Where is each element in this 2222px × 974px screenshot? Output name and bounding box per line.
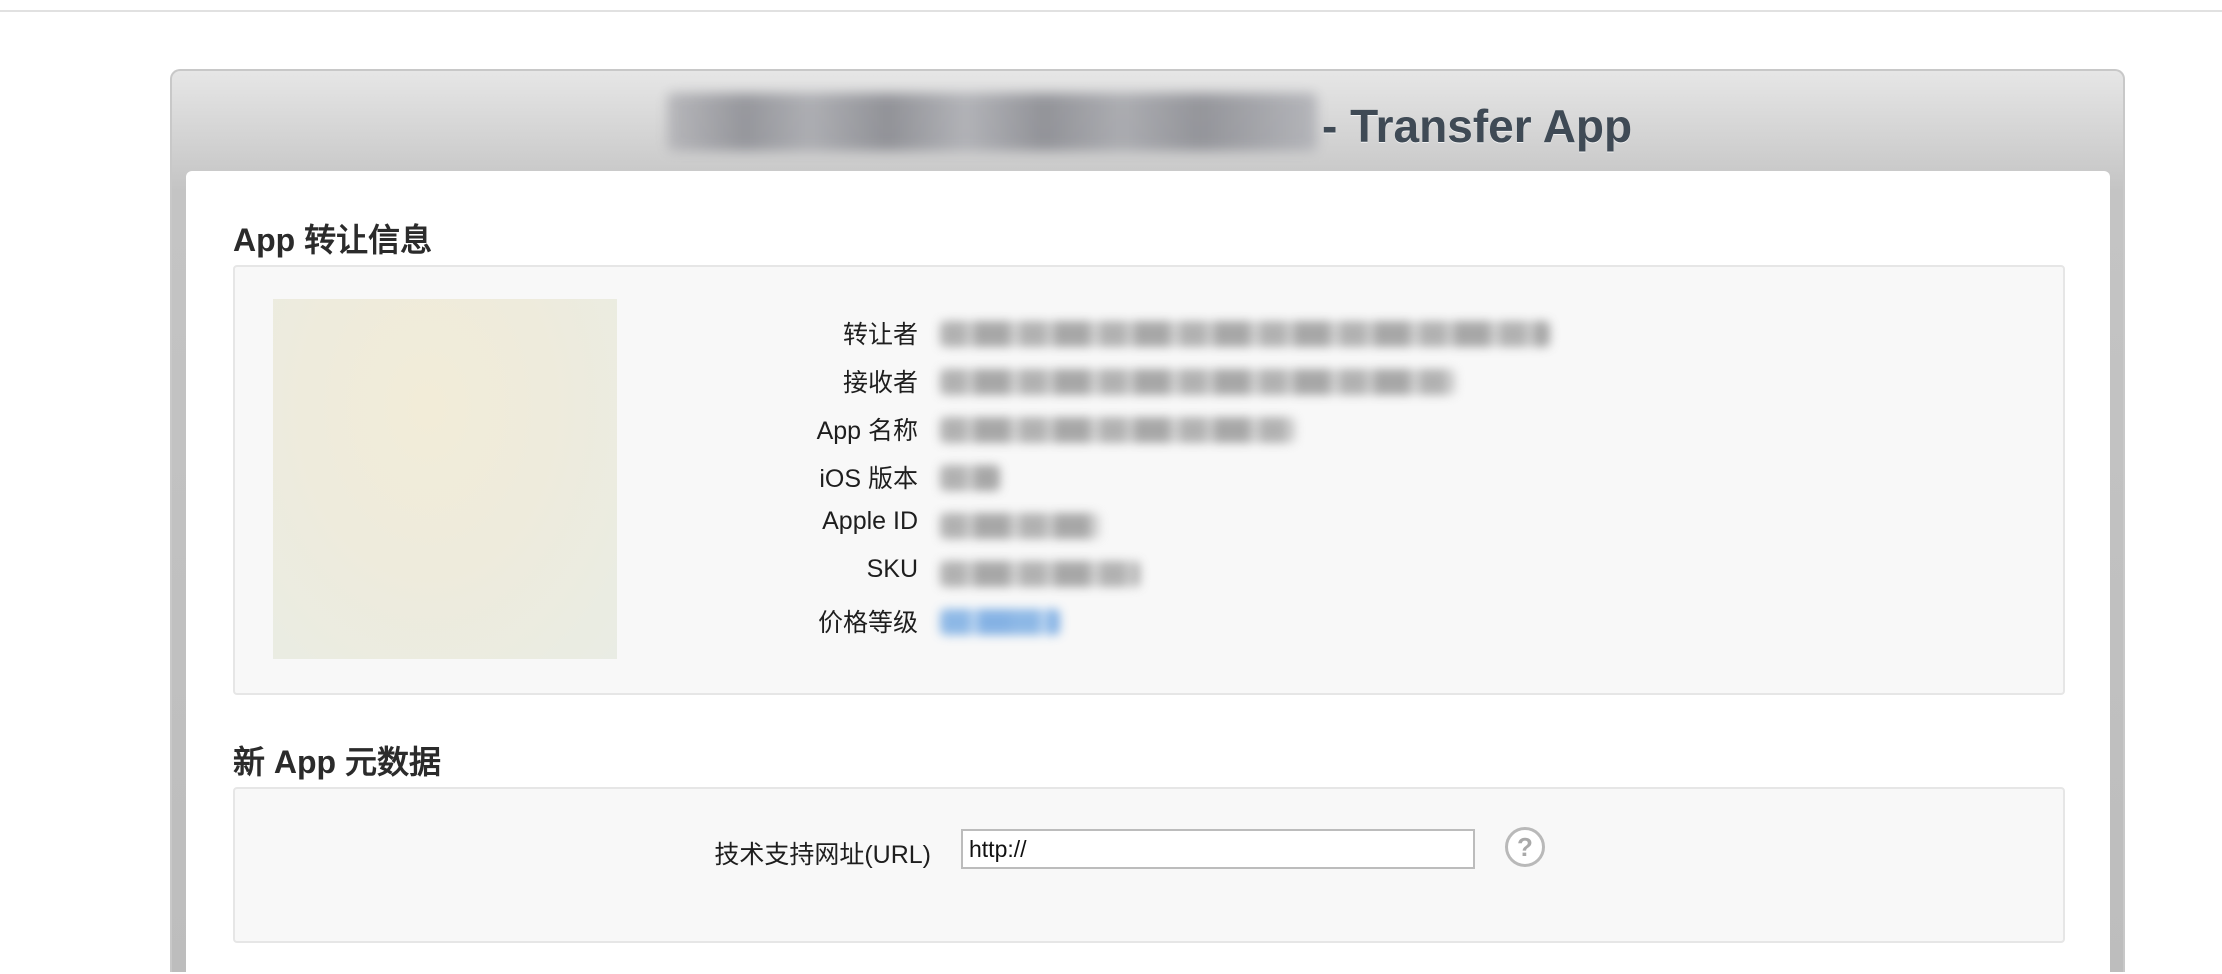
content-area: App 转让信息 转让者 接收者 App 名称 iOS 版本 Apple ID … <box>186 171 2110 974</box>
transfer-info-panel: 转让者 接收者 App 名称 iOS 版本 Apple ID SKU 价格等级 <box>233 265 2065 695</box>
metadata-panel: 技术支持网址(URL) ? <box>233 787 2065 943</box>
ios-version-label: iOS 版本 <box>819 465 918 493</box>
row-price-tier: 价格等级 <box>235 603 2063 643</box>
metadata-heading: 新 App 元数据 <box>233 744 441 780</box>
apple-id-value-redacted <box>940 513 1100 539</box>
app-name-value-redacted <box>940 417 1295 443</box>
row-app-name: App 名称 <box>235 411 2063 451</box>
support-url-input[interactable] <box>961 829 1475 869</box>
support-url-label: 技术支持网址(URL) <box>714 841 931 869</box>
transferor-value-redacted <box>940 321 1550 347</box>
row-ios-version: iOS 版本 <box>235 459 2063 499</box>
row-sku: SKU <box>235 555 2063 595</box>
transferor-label: 转让者 <box>842 321 918 349</box>
app-name-label: App 名称 <box>816 417 918 445</box>
apple-id-label: Apple ID <box>822 507 918 535</box>
recipient-label: 接收者 <box>842 369 918 397</box>
title-bar: - Transfer App <box>172 71 2123 171</box>
ios-version-value-redacted <box>940 465 1000 491</box>
sku-label: SKU <box>866 555 918 583</box>
transfer-app-window: - Transfer App App 转让信息 转让者 接收者 App 名称 i… <box>170 69 2125 974</box>
page-title: - Transfer App <box>1322 100 1633 152</box>
price-tier-label: 价格等级 <box>817 609 918 637</box>
redacted-app-name <box>667 93 1317 151</box>
row-recipient: 接收者 <box>235 363 2063 403</box>
transfer-info-heading: App 转让信息 <box>233 222 433 258</box>
sku-value-redacted <box>940 561 1140 587</box>
question-circle-icon[interactable]: ? <box>1505 827 1545 867</box>
row-apple-id: Apple ID <box>235 507 2063 547</box>
row-transferor: 转让者 <box>235 315 2063 355</box>
recipient-value-redacted <box>940 369 1455 395</box>
top-divider <box>0 10 2222 12</box>
price-tier-link-redacted[interactable] <box>940 609 1060 635</box>
